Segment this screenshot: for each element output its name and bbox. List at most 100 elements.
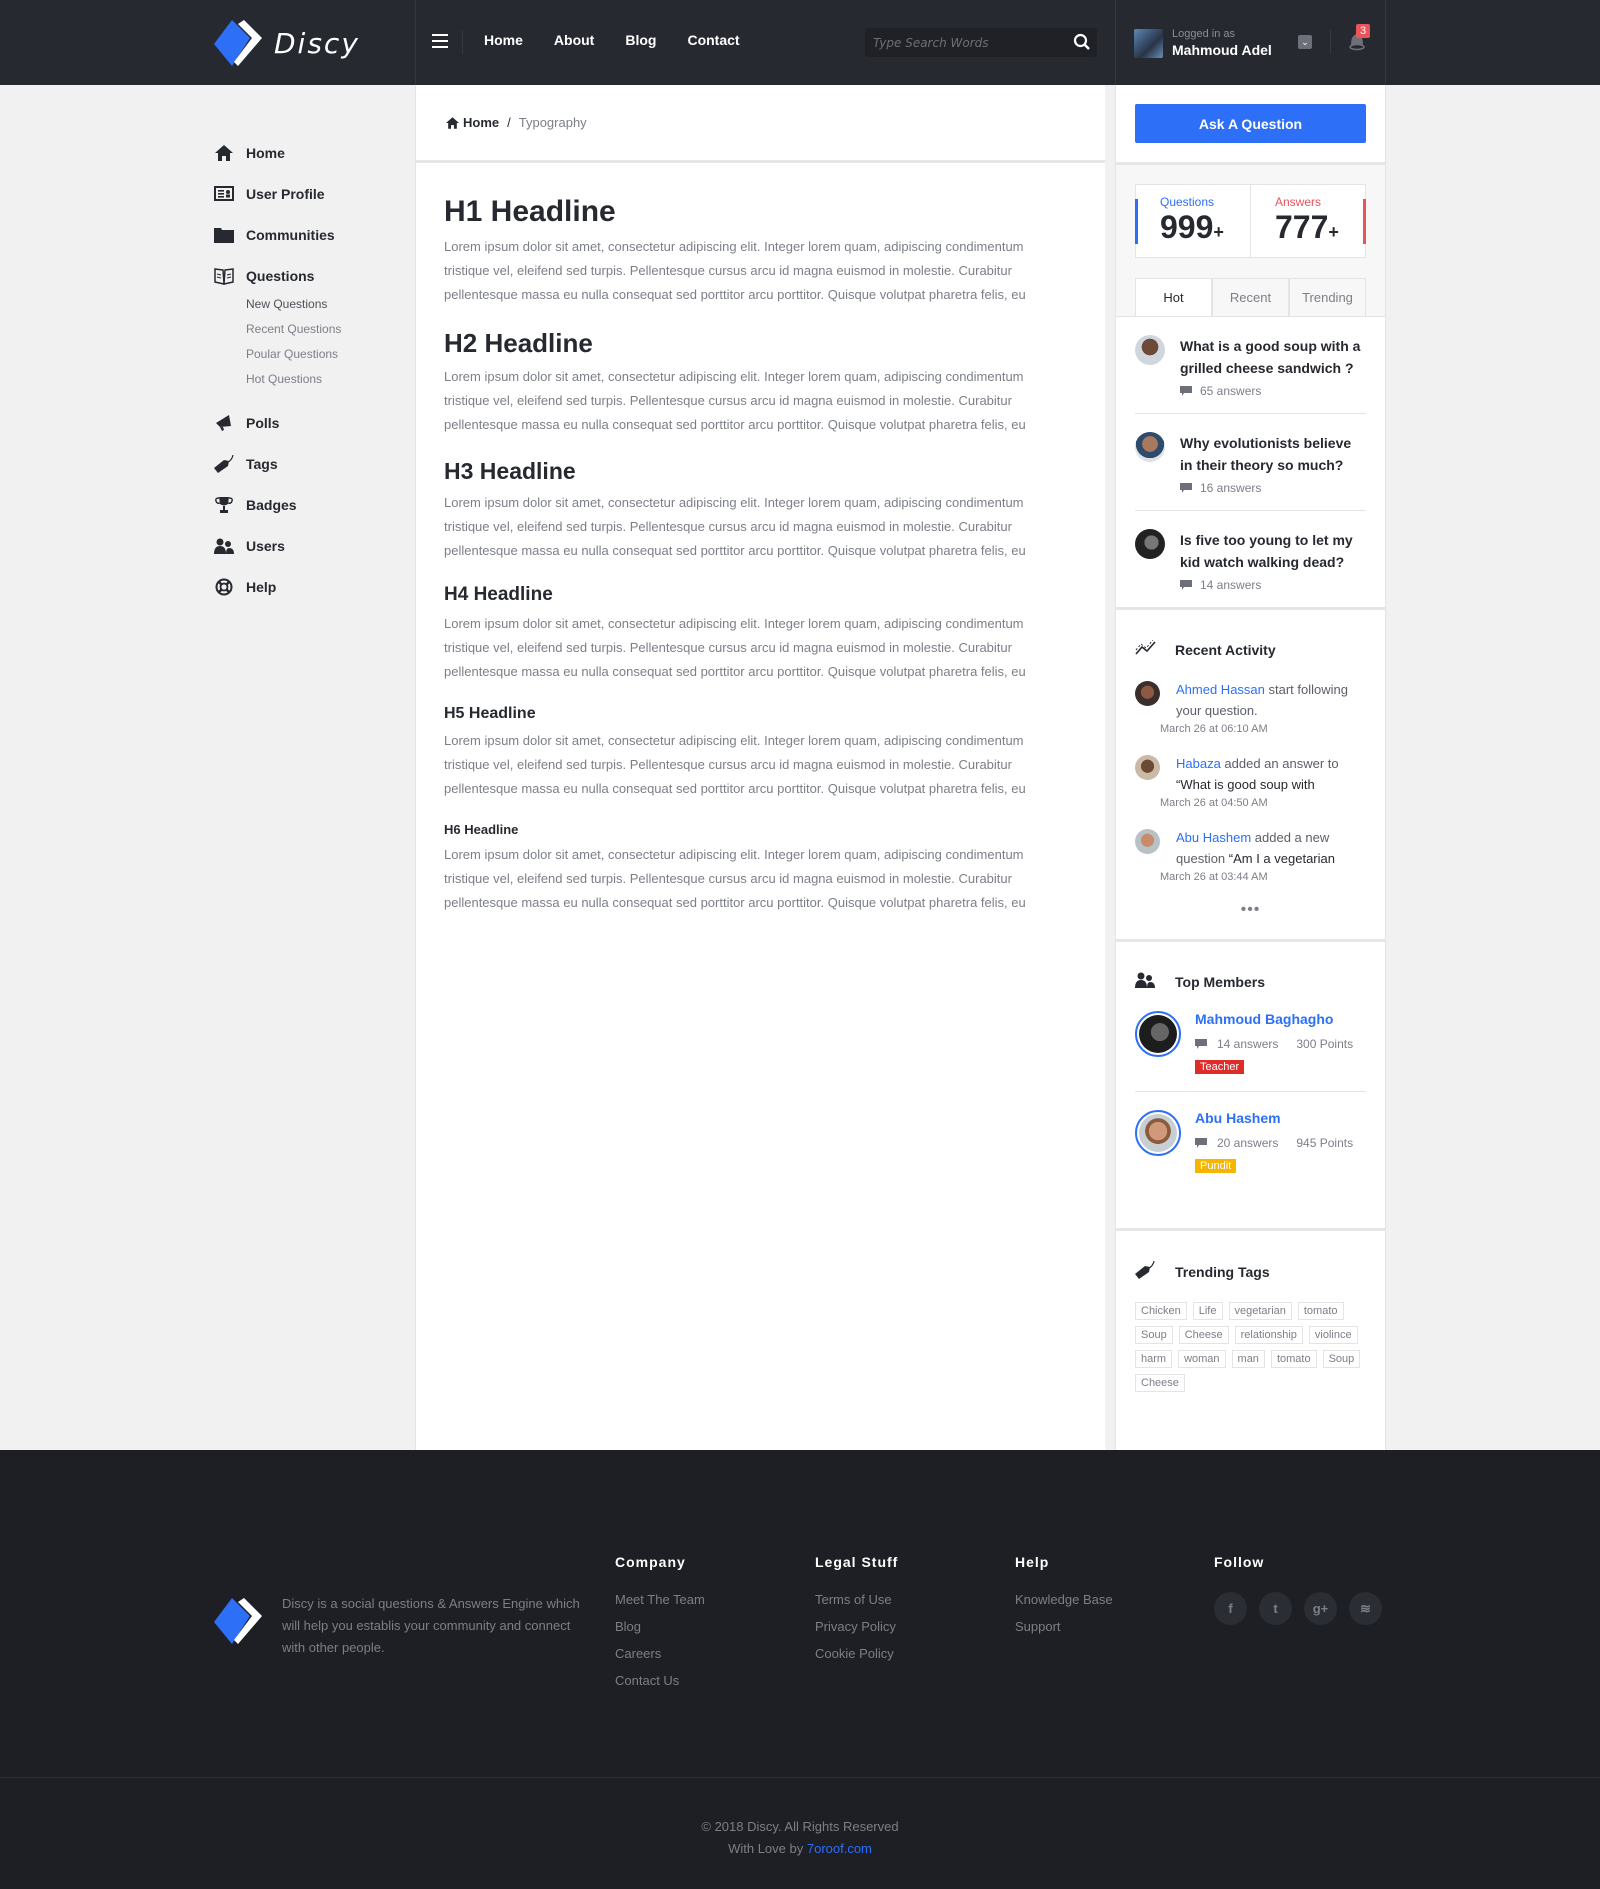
tab-recent[interactable]: Recent <box>1212 278 1289 316</box>
footer-link[interactable]: Knowledge Base <box>1015 1592 1113 1607</box>
typography-content: H1 Headline Lorem ipsum dolor sit amet, c… <box>416 163 1105 915</box>
id-card-icon <box>214 186 234 201</box>
search-input[interactable] <box>873 28 1063 57</box>
paragraph-line: tristique vel, eleifend sed turpis. Pell… <box>444 519 1012 534</box>
menu-toggle-icon[interactable] <box>432 34 448 48</box>
logo[interactable]: Discy <box>214 20 360 66</box>
nav-blog[interactable]: Blog <box>625 32 656 48</box>
sidebar-item-user-profile[interactable]: User Profile <box>214 173 404 214</box>
tag-item[interactable]: relationship <box>1234 1326 1303 1344</box>
footer-link[interactable]: Support <box>1015 1619 1113 1634</box>
answer-count: 16 answers <box>1200 481 1262 495</box>
search-icon[interactable] <box>1073 33 1091 51</box>
member-name[interactable]: Mahmoud Baghagho <box>1195 1011 1333 1027</box>
paragraph-line: Lorem ipsum dolor sit amet, consectetur … <box>444 369 1024 384</box>
nav-contact[interactable]: Contact <box>687 32 739 48</box>
tag-item[interactable]: vegetarian <box>1228 1302 1292 1320</box>
tag-item[interactable]: Chicken <box>1135 1302 1187 1320</box>
chevron-down-icon[interactable]: ⌄ <box>1298 35 1312 49</box>
stats-card: Questions 999+ Answers 777+ <box>1135 184 1366 258</box>
widget-title: Recent Activity <box>1175 641 1276 658</box>
breadcrumb: Home / Typography <box>416 85 1105 163</box>
rss-icon[interactable]: ≋ <box>1349 1592 1382 1625</box>
sidebar-item-tags[interactable]: Tags <box>214 443 404 484</box>
sidebar-item-badges[interactable]: Badges <box>214 484 404 525</box>
paragraph-line: pellentesque massa eu nulla consequat se… <box>444 895 1026 910</box>
tag-item[interactable]: violince <box>1308 1326 1358 1344</box>
member-avatar[interactable] <box>1135 1011 1181 1057</box>
sidebar-item-home[interactable]: Home <box>214 132 404 173</box>
credit-link[interactable]: 7oroof.com <box>807 1841 872 1856</box>
footer-bottom: © 2018 Discy. All Rights Reserved With L… <box>0 1777 1600 1889</box>
footer-column-follow: Follow f t g+ ≋ <box>1214 1554 1382 1637</box>
tag-item[interactable]: harm <box>1135 1350 1173 1368</box>
tag-item[interactable]: Soup <box>1135 1326 1173 1344</box>
footer-link[interactable]: Careers <box>615 1646 705 1661</box>
activity-user-link[interactable]: Ahmed Hassan <box>1176 682 1265 697</box>
tag-item[interactable]: Soup <box>1322 1350 1361 1368</box>
member-avatar[interactable] <box>1135 1110 1181 1156</box>
activity-user-link[interactable]: Abu Hashem <box>1176 830 1251 845</box>
more-icon[interactable]: ••• <box>1135 901 1366 919</box>
footer-link[interactable]: Contact Us <box>615 1673 705 1688</box>
footer-link[interactable]: Blog <box>615 1619 705 1634</box>
paragraph-line: Lorem ipsum dolor sit amet, consectetur … <box>444 495 1024 510</box>
tag-item[interactable]: woman <box>1178 1350 1226 1368</box>
tag-item[interactable]: Life <box>1192 1302 1223 1320</box>
list-item[interactable]: What is a good soup with a grilled chees… <box>1135 317 1366 414</box>
headline-h1: H1 Headline <box>444 195 616 228</box>
google-plus-icon[interactable]: g+ <box>1304 1592 1337 1625</box>
search-box <box>865 28 1097 57</box>
user-menu[interactable]: Logged in as Mahmoud Adel <box>1134 28 1272 58</box>
question-title[interactable]: Why evolutionists believe in their theor… <box>1180 432 1366 476</box>
ask-question-button[interactable]: Ask A Question <box>1135 104 1366 143</box>
activity-time: March 26 at 06:10 AM <box>1160 723 1268 735</box>
avatar <box>1135 529 1165 559</box>
users-icon <box>1135 972 1157 991</box>
member-name[interactable]: Abu Hashem <box>1195 1110 1281 1126</box>
list-item[interactable]: Is five too young to let my kid watch wa… <box>1135 511 1366 607</box>
left-sidebar: Home User Profile Communities Questions … <box>214 132 404 607</box>
tab-trending[interactable]: Trending <box>1289 278 1366 316</box>
footer-link[interactable]: Cookie Policy <box>815 1646 898 1661</box>
tag-item[interactable]: Cheese <box>1178 1326 1229 1344</box>
header-divider <box>1330 30 1331 54</box>
sidebar-item-questions[interactable]: Questions <box>214 255 404 296</box>
tag-item[interactable]: tomato <box>1297 1302 1344 1320</box>
tag-item[interactable]: Cheese <box>1135 1374 1185 1392</box>
header-divider <box>1385 0 1386 85</box>
sidebar-item-help[interactable]: Help <box>214 566 404 607</box>
question-title[interactable]: What is a good soup with a grilled chees… <box>1180 335 1366 379</box>
submenu-recent-questions[interactable]: Recent Questions <box>246 317 404 342</box>
sidebar-item-communities[interactable]: Communities <box>214 214 404 255</box>
activity-user-link[interactable]: Habaza <box>1176 756 1221 771</box>
tag-item[interactable]: man <box>1231 1350 1265 1368</box>
tag-item[interactable]: tomato <box>1270 1350 1317 1368</box>
submenu-new-questions[interactable]: New Questions <box>246 292 404 317</box>
footer-link[interactable]: Privacy Policy <box>815 1619 898 1634</box>
twitter-icon[interactable]: t <box>1259 1592 1292 1625</box>
footer-column-legal: Legal Stuff Terms of Use Privacy Policy … <box>815 1554 899 1661</box>
nav-about[interactable]: About <box>554 32 594 48</box>
paragraph-line: pellentesque massa eu nulla consequat se… <box>444 781 1026 796</box>
activity-time: March 26 at 04:50 AM <box>1160 797 1268 809</box>
footer-link[interactable]: Terms of Use <box>815 1592 898 1607</box>
breadcrumb-home[interactable]: Home <box>446 115 499 130</box>
submenu-popular-questions[interactable]: Poular Questions <box>246 342 404 367</box>
paragraph-line: tristique vel, eleifend sed turpis. Pell… <box>444 757 1012 772</box>
sidebar-item-polls[interactable]: Polls <box>214 402 404 443</box>
footer-link[interactable]: Meet The Team <box>615 1592 705 1607</box>
sidebar-item-users[interactable]: Users <box>214 525 404 566</box>
typography-section: H4 Headline Lorem ipsum dolor sit amet, c… <box>444 584 1077 684</box>
list-item[interactable]: Why evolutionists believe in their theor… <box>1135 414 1366 511</box>
facebook-icon[interactable]: f <box>1214 1592 1247 1625</box>
folder-icon <box>214 227 234 243</box>
trophy-icon <box>214 496 234 514</box>
tab-hot[interactable]: Hot <box>1135 278 1212 316</box>
submenu-hot-questions[interactable]: Hot Questions <box>246 367 404 392</box>
breadcrumb-current: Typography <box>518 115 587 130</box>
question-title[interactable]: Is five too young to let my kid watch wa… <box>1180 529 1366 573</box>
comment-icon <box>1195 1038 1207 1049</box>
typography-section: H1 Headline Lorem ipsum dolor sit amet, c… <box>444 195 1077 307</box>
nav-home[interactable]: Home <box>484 32 523 48</box>
